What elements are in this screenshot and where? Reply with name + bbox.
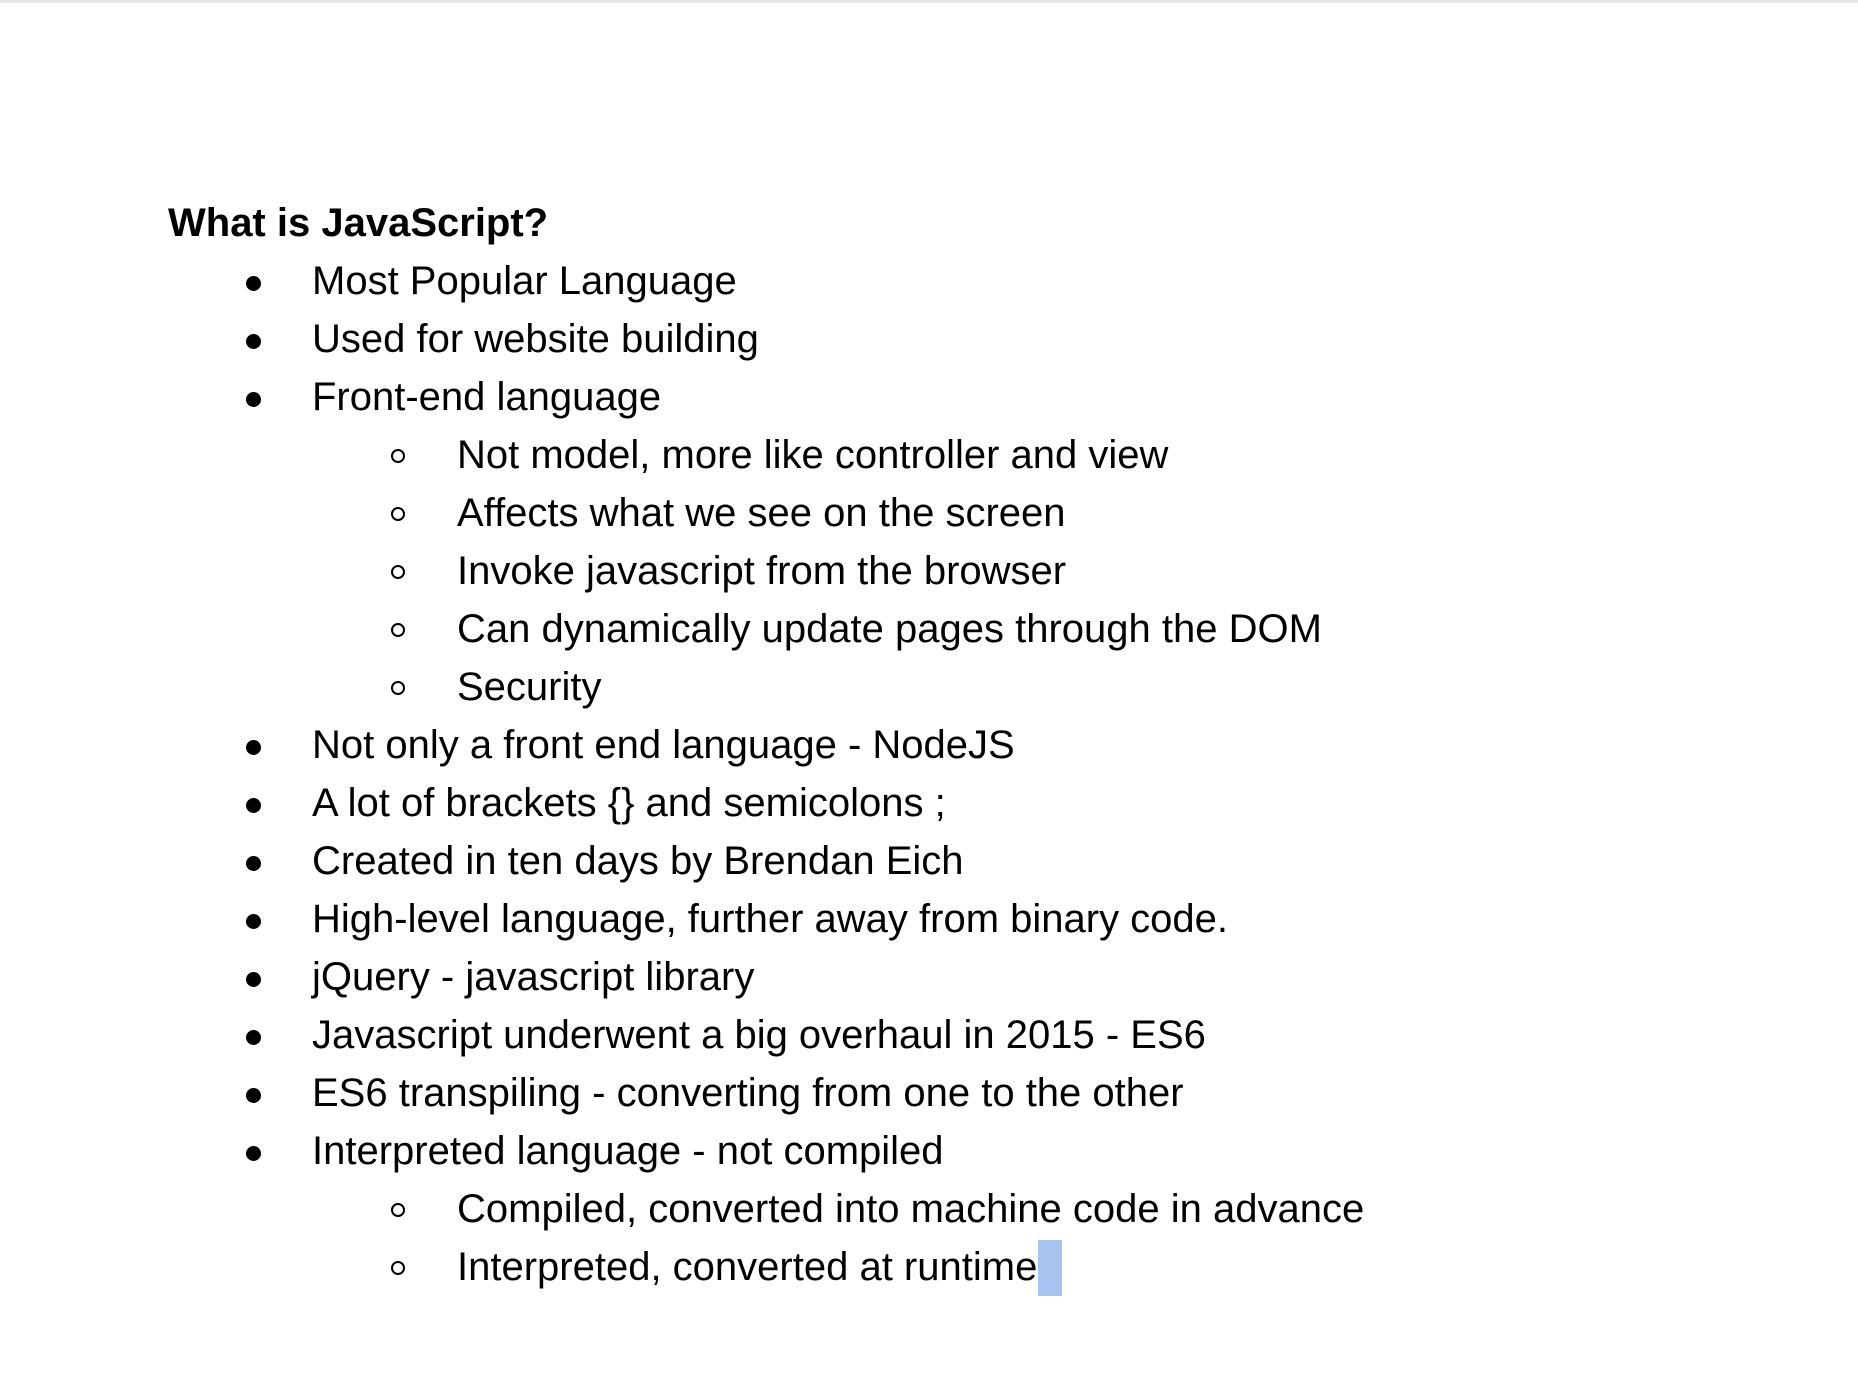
bullet-circle-icon bbox=[391, 1203, 405, 1217]
document-heading[interactable]: What is JavaScript? bbox=[168, 194, 1768, 252]
list-item[interactable]: Front-end language bbox=[168, 368, 1768, 426]
list-item-text: jQuery - javascript library bbox=[312, 955, 755, 999]
text-cursor-selection bbox=[1038, 1240, 1063, 1296]
bullet-disc-icon bbox=[246, 798, 261, 813]
list-item[interactable]: A lot of brackets {} and semicolons ; bbox=[168, 774, 1768, 832]
bullet-disc-icon bbox=[246, 1088, 261, 1103]
list-item[interactable]: Javascript underwent a big overhaul in 2… bbox=[168, 1006, 1768, 1064]
bullet-disc-icon bbox=[246, 334, 261, 349]
bullet-circle-icon bbox=[391, 507, 405, 521]
list-item[interactable]: ES6 transpiling - converting from one to… bbox=[168, 1064, 1768, 1122]
list-item-text: Javascript underwent a big overhaul in 2… bbox=[312, 1013, 1206, 1057]
list-item[interactable]: Created in ten days by Brendan Eich bbox=[168, 832, 1768, 890]
sub-list-item-text: Compiled, converted into machine code in… bbox=[457, 1187, 1365, 1231]
sub-list-item[interactable]: Compiled, converted into machine code in… bbox=[168, 1180, 1768, 1238]
list-item[interactable]: Most Popular Language bbox=[168, 252, 1768, 310]
list-item-text: Most Popular Language bbox=[312, 259, 737, 303]
sub-list-item[interactable]: Affects what we see on the screen bbox=[168, 484, 1768, 542]
sub-list-item-text: Not model, more like controller and view bbox=[457, 433, 1169, 477]
bullet-disc-icon bbox=[246, 276, 261, 291]
list-item-text: Interpreted language - not compiled bbox=[312, 1129, 944, 1173]
sub-list-item-text: Security bbox=[457, 665, 602, 709]
bullet-disc-icon bbox=[246, 856, 261, 871]
bullet-circle-icon bbox=[391, 449, 405, 463]
list-item-text: Front-end language bbox=[312, 375, 662, 419]
bullet-circle-icon bbox=[391, 565, 405, 579]
list-item-text: ES6 transpiling - converting from one to… bbox=[312, 1071, 1184, 1115]
bullet-disc-icon bbox=[246, 914, 261, 929]
bullet-circle-icon bbox=[391, 1261, 405, 1275]
bullet-disc-icon bbox=[246, 392, 261, 407]
list-item-text: Created in ten days by Brendan Eich bbox=[312, 839, 964, 883]
list-item[interactable]: High-level language, further away from b… bbox=[168, 890, 1768, 948]
list-item-text: High-level language, further away from b… bbox=[312, 897, 1229, 941]
sub-list-item[interactable]: Security bbox=[168, 658, 1768, 716]
page-top-edge bbox=[0, 0, 1858, 3]
list-item[interactable]: jQuery - javascript library bbox=[168, 948, 1768, 1006]
sub-list-item-text: Invoke javascript from the browser bbox=[457, 549, 1067, 593]
list-item-text: Not only a front end language - NodeJS bbox=[312, 723, 1015, 767]
list-item[interactable]: Not only a front end language - NodeJS bbox=[168, 716, 1768, 774]
sub-list-item-text: Can dynamically update pages through the… bbox=[457, 607, 1322, 651]
sub-list-item[interactable]: Not model, more like controller and view bbox=[168, 426, 1768, 484]
bullet-disc-icon bbox=[246, 740, 261, 755]
sub-list-item[interactable]: Can dynamically update pages through the… bbox=[168, 600, 1768, 658]
sub-list-item-text: Affects what we see on the screen bbox=[457, 491, 1066, 535]
bullet-circle-icon bbox=[391, 681, 405, 695]
list-item[interactable]: Used for website building bbox=[168, 310, 1768, 368]
bullet-disc-icon bbox=[246, 1146, 261, 1161]
bullet-disc-icon bbox=[246, 1030, 261, 1045]
bullet-disc-icon bbox=[246, 972, 261, 987]
bullet-circle-icon bbox=[391, 623, 405, 637]
bullet-list: Most Popular Language Used for website b… bbox=[168, 252, 1768, 1296]
sub-list-item[interactable]: Invoke javascript from the browser bbox=[168, 542, 1768, 600]
list-item-text: Used for website building bbox=[312, 317, 759, 361]
sub-list-item-text: Interpreted, converted at runtime bbox=[457, 1245, 1038, 1289]
list-item[interactable]: Interpreted language - not compiled bbox=[168, 1122, 1768, 1180]
document-body[interactable]: What is JavaScript? Most Popular Languag… bbox=[168, 194, 1768, 1296]
sub-list-item[interactable]: Interpreted, converted at runtime bbox=[168, 1238, 1768, 1296]
list-item-text: A lot of brackets {} and semicolons ; bbox=[312, 781, 946, 825]
